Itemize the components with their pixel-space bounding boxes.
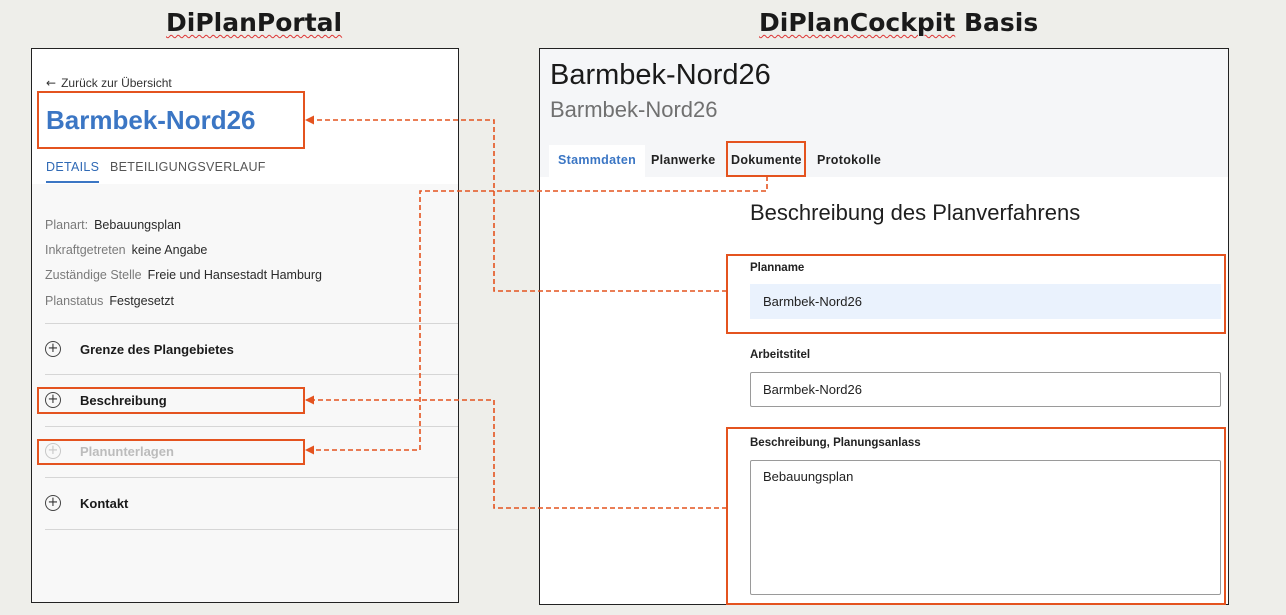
accordion-planunterlagen: + Planunterlagen: [45, 442, 425, 462]
accordion-label: Kontakt: [80, 496, 129, 511]
portal-details-body: Planart: Bebauungsplan Inkraftgetreten kei…: [32, 184, 458, 602]
accordion-kontakt[interactable]: + Kontakt: [45, 494, 425, 514]
section-title: Beschreibung des Planverfahrens: [750, 200, 1081, 225]
diplancockpit-heading: DiPlanCockpit Basis: [759, 8, 1038, 37]
meta-key: Inkraftgetreten: [45, 243, 126, 257]
tab-stammdaten[interactable]: Stammdaten: [549, 145, 646, 177]
cockpit-plan-subtitle: Barmbek-Nord26: [550, 97, 718, 122]
divider: [45, 426, 458, 427]
tab-protokolle[interactable]: Protokolle: [817, 145, 881, 177]
tab-details[interactable]: DETAILS: [46, 160, 100, 183]
meta-row-zustaendige-stelle: Zuständige Stelle Freie und Hansestadt Ha…: [45, 268, 322, 282]
divider: [45, 374, 458, 375]
diplancockpit-heading-suffix: Basis: [963, 8, 1039, 37]
tab-beteiligungsverlauf[interactable]: BETEILIGUNGSVERLAUF: [110, 160, 266, 174]
portal-header: ← Zurück zur Übersicht Barmbek-Nord26 DET…: [32, 49, 458, 184]
meta-value: Festgesetzt: [109, 294, 174, 308]
divider: [45, 323, 458, 324]
divider: [45, 529, 458, 530]
beschreibung-label: Beschreibung, Planungsanlass: [750, 437, 921, 449]
meta-key: Planart:: [45, 218, 89, 232]
back-to-overview-link[interactable]: ← Zurück zur Übersicht: [46, 76, 172, 90]
diplancockpit-panel: Barmbek-Nord26 Barmbek-Nord26 Stammdaten…: [539, 48, 1229, 605]
divider: [45, 477, 458, 478]
arbeitstitel-label: Arbeitstitel: [750, 349, 811, 361]
cockpit-header: Barmbek-Nord26 Barmbek-Nord26 Stammdaten…: [540, 49, 1228, 177]
accordion-label: Grenze des Plangebietes: [80, 342, 234, 357]
planname-label: Planname: [750, 262, 805, 274]
meta-row-inkraftgetreten: Inkraftgetreten keine Angabe: [45, 243, 207, 257]
tab-planwerke[interactable]: Planwerke: [651, 145, 716, 177]
meta-row-planstatus: Planstatus Festgesetzt: [45, 294, 174, 308]
diplanportal-heading: DiPlanPortal: [166, 8, 342, 37]
diplanportal-heading-text: DiPlanPortal: [166, 8, 343, 37]
accordion-label: Beschreibung: [80, 393, 167, 408]
tab-dokumente[interactable]: Dokumente: [731, 145, 802, 177]
plus-circle-icon: +: [45, 495, 61, 511]
plus-circle-icon: +: [45, 392, 61, 408]
planname-field[interactable]: Barmbek-Nord26: [750, 284, 1221, 319]
meta-key: Zuständige Stelle: [45, 268, 142, 282]
arrow-left-icon: ←: [46, 76, 57, 90]
meta-value: Freie und Hansestadt Hamburg: [147, 268, 322, 282]
accordion-label: Planunterlagen: [80, 444, 174, 459]
diplancockpit-heading-name: DiPlanCockpit: [759, 8, 956, 37]
meta-row-planart: Planart: Bebauungsplan: [45, 218, 181, 232]
back-link-label: Zurück zur Übersicht: [61, 76, 172, 90]
arbeitstitel-field[interactable]: Barmbek-Nord26: [750, 372, 1221, 407]
accordion-beschreibung[interactable]: + Beschreibung: [45, 391, 425, 411]
plus-circle-icon: +: [45, 443, 61, 459]
accordion-grenze-des-plangebietes[interactable]: + Grenze des Plangebietes: [45, 340, 425, 360]
meta-key: Planstatus: [45, 294, 104, 308]
plus-circle-icon: +: [45, 341, 61, 357]
diplanportal-panel: ← Zurück zur Übersicht Barmbek-Nord26 DET…: [31, 48, 459, 603]
cockpit-plan-title: Barmbek-Nord26: [550, 59, 771, 91]
meta-value: keine Angabe: [131, 243, 208, 257]
portal-plan-title: Barmbek-Nord26: [46, 105, 256, 135]
beschreibung-textarea[interactable]: Bebauungsplan: [750, 460, 1221, 595]
meta-value: Bebauungsplan: [94, 218, 181, 232]
